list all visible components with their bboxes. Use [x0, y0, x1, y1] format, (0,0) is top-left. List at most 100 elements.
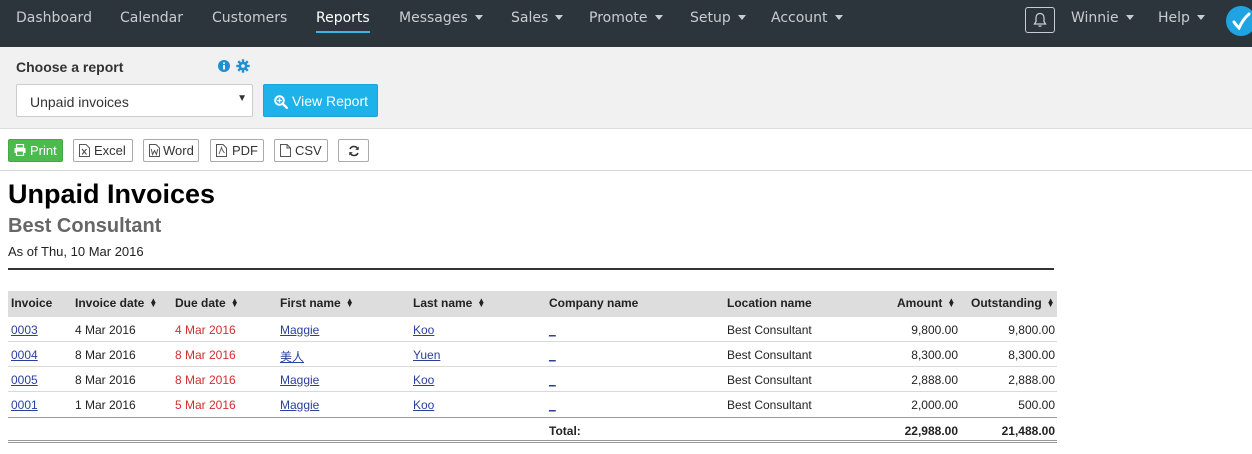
first-name-link[interactable]: Maggie [280, 398, 319, 412]
invoice-link[interactable]: 0001 [11, 398, 38, 412]
col-due-date-label: Due date [175, 296, 226, 310]
nav-messages[interactable]: Messages [399, 0, 483, 47]
table-header: Invoice Invoice date ▲ ▼ Due date ▲ ▼ First … [8, 291, 1057, 317]
company-link[interactable]: _ [549, 323, 556, 337]
col-outstanding-label: Outstanding [971, 296, 1042, 310]
chevron-down-icon [474, 14, 483, 20]
last-name-cell: Koo [413, 373, 434, 387]
last-name-link[interactable]: Koo [413, 323, 434, 337]
word-button[interactable]: Word [143, 139, 199, 162]
excel-label: Excel [94, 143, 126, 158]
due-date-cell: 5 Mar 2016 [175, 398, 236, 412]
col-last-name-label: Last name [413, 296, 473, 310]
company-cell: _ [549, 398, 556, 412]
first-name-link[interactable]: 美人 [280, 350, 304, 364]
invoice-cell: 0003 [11, 323, 38, 337]
nav-setup-label: Setup [690, 10, 731, 26]
company-cell: _ [549, 323, 556, 337]
brand-logo[interactable] [1226, 6, 1252, 36]
last-name-link[interactable]: Yuen [413, 348, 440, 362]
report-subtitle: Best Consultant [8, 215, 162, 237]
col-company-name: Company name [549, 296, 638, 310]
last-name-link[interactable]: Koo [413, 373, 434, 387]
report-date: As of Thu, 10 Mar 2016 [8, 244, 144, 259]
col-due-date[interactable]: Due date ▲ ▼ [175, 296, 239, 310]
company-cell: _ [549, 348, 556, 362]
invoice-date-cell: 8 Mar 2016 [75, 373, 136, 387]
first-name-cell: 美人 [280, 348, 304, 365]
nav-dashboard-label: Dashboard [16, 10, 92, 26]
nav-sales[interactable]: Sales [511, 0, 564, 47]
due-date-cell: 8 Mar 2016 [175, 348, 236, 362]
nav-promote[interactable]: Promote [589, 0, 663, 47]
sort-icon: ▲ ▼ [1046, 295, 1055, 309]
outstanding-cell: 9,800.00 [1008, 323, 1055, 337]
dropdown-arrow-icon: ▼ [237, 93, 247, 104]
csv-button[interactable]: CSV [274, 139, 328, 162]
col-amount[interactable]: Amount ▲ ▼ [897, 296, 955, 310]
col-outstanding[interactable]: Outstanding ▲ ▼ [971, 296, 1055, 310]
nav-reports-label: Reports [316, 10, 370, 26]
view-report-button[interactable]: View Report [263, 84, 378, 117]
nav-account-label: Account [771, 10, 828, 26]
col-last-name[interactable]: Last name ▲ ▼ [413, 296, 485, 310]
col-invoice-date[interactable]: Invoice date ▲ ▼ [75, 296, 157, 310]
pdf-button[interactable]: PDF [210, 139, 264, 162]
invoice-link[interactable]: 0005 [11, 373, 38, 387]
table-row: 0001 1 Mar 2016 5 Mar 2016 Maggie Koo _ … [8, 392, 1057, 417]
company-link[interactable]: _ [549, 373, 556, 387]
col-first-name-label: First name [280, 296, 341, 310]
invoice-cell: 0005 [11, 373, 38, 387]
last-name-link[interactable]: Koo [413, 398, 434, 412]
nav-reports[interactable]: Reports [316, 0, 370, 47]
report-select[interactable]: Unpaid invoices ▼ [16, 84, 253, 117]
invoice-link[interactable]: 0004 [11, 348, 38, 362]
first-name-cell: Maggie [280, 323, 319, 337]
nav-customers[interactable]: Customers [212, 0, 287, 47]
search-icon [274, 95, 288, 109]
amount-cell: 2,888.00 [911, 373, 958, 387]
col-location-name: Location name [727, 296, 812, 310]
first-name-link[interactable]: Maggie [280, 323, 319, 337]
gear-icon[interactable] [236, 59, 250, 73]
amount-cell: 9,800.00 [911, 323, 958, 337]
amount-cell: 2,000.00 [911, 398, 958, 412]
nav-calendar[interactable]: Calendar [120, 0, 183, 47]
company-link[interactable]: _ [549, 398, 556, 412]
outstanding-cell: 2,888.00 [1008, 373, 1055, 387]
nav-setup[interactable]: Setup [690, 0, 746, 47]
invoice-date-cell: 1 Mar 2016 [75, 398, 136, 412]
csv-label: CSV [295, 143, 322, 158]
excel-button[interactable]: Excel [73, 139, 133, 162]
location-cell: Best Consultant [727, 373, 812, 387]
invoice-cell: 0001 [11, 398, 38, 412]
notifications-button[interactable] [1025, 7, 1055, 33]
nav-promote-label: Promote [589, 10, 648, 26]
col-first-name[interactable]: First name ▲ ▼ [280, 296, 354, 310]
nav-dashboard[interactable]: Dashboard [16, 0, 92, 47]
print-button[interactable]: Print [8, 139, 63, 162]
bell-icon [1033, 12, 1047, 27]
first-name-cell: Maggie [280, 373, 319, 387]
word-label: Word [163, 143, 194, 158]
info-icon[interactable] [218, 60, 230, 72]
chevron-down-icon [1196, 14, 1205, 20]
chevron-down-icon [834, 14, 843, 20]
refresh-button[interactable] [338, 139, 369, 162]
pdf-label: PDF [232, 143, 258, 158]
location-cell: Best Consultant [727, 323, 812, 337]
user-menu[interactable]: Winnie [1071, 0, 1134, 47]
col-amount-label: Amount [897, 296, 943, 310]
invoice-link[interactable]: 0003 [11, 323, 38, 337]
first-name-cell: Maggie [280, 398, 319, 412]
top-nav: Dashboard Calendar Customers Reports Mes… [0, 0, 1252, 47]
first-name-link[interactable]: Maggie [280, 373, 319, 387]
nav-account[interactable]: Account [771, 0, 843, 47]
sort-icon: ▲ ▼ [230, 295, 239, 309]
company-link[interactable]: _ [549, 348, 556, 362]
last-name-cell: Koo [413, 323, 434, 337]
report-chooser: Choose a report Unpaid invoices ▼ View R… [0, 47, 1252, 129]
help-menu[interactable]: Help [1158, 0, 1205, 47]
total-row: Total: 22,988.00 21,488.00 [8, 417, 1057, 443]
refresh-icon [349, 145, 359, 157]
